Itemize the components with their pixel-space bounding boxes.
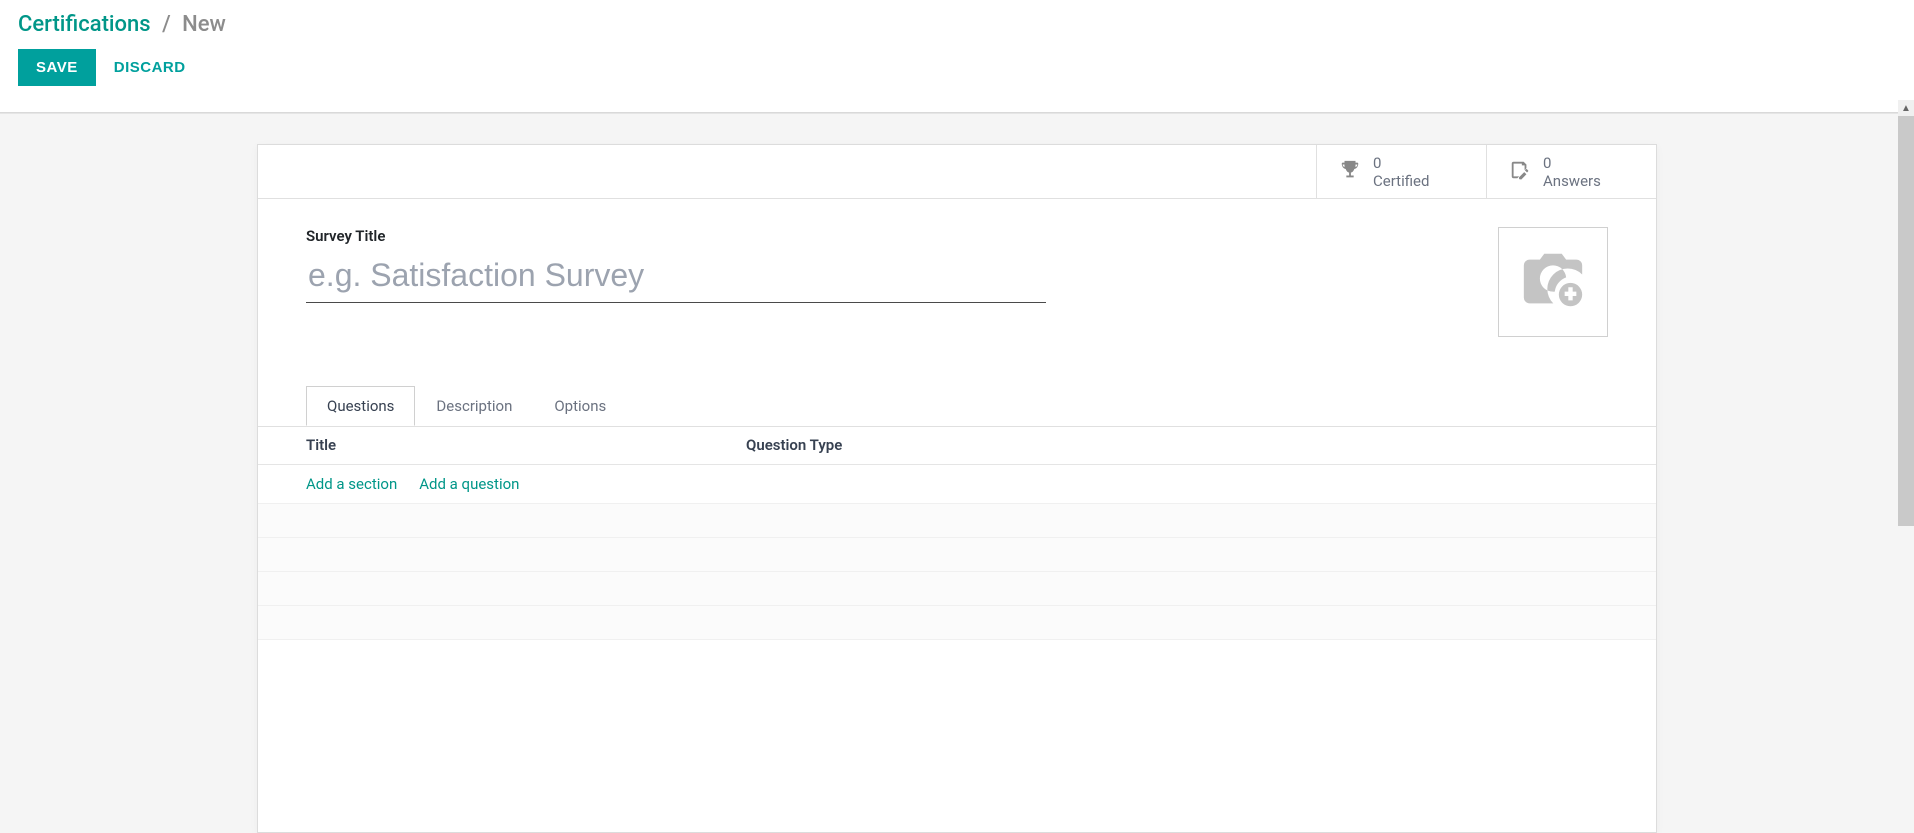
tab-options[interactable]: Options [533, 386, 627, 426]
questions-table: Title Question Type Add a section Add a … [258, 426, 1656, 640]
stat-bar: 0 Certified 0 Answers [258, 145, 1656, 199]
add-question-link[interactable]: Add a question [419, 475, 519, 493]
trophy-icon [1339, 159, 1361, 185]
column-header-title: Title [306, 436, 746, 454]
breadcrumb-separator: / [156, 12, 177, 37]
empty-row [258, 504, 1656, 538]
scroll-up-arrow[interactable]: ▲ [1898, 100, 1914, 116]
survey-title-input[interactable] [306, 251, 1046, 303]
scrollbar-thumb[interactable] [1898, 116, 1914, 526]
column-header-question-type: Question Type [746, 436, 1608, 454]
certified-count: 0 [1373, 154, 1429, 172]
certified-label: Certified [1373, 172, 1429, 190]
answers-stat-button[interactable]: 0 Answers [1486, 145, 1656, 198]
tab-description[interactable]: Description [415, 386, 533, 426]
tab-questions[interactable]: Questions [306, 386, 415, 426]
image-upload[interactable] [1498, 227, 1608, 337]
empty-row [258, 538, 1656, 572]
tabs: Questions Description Options [258, 386, 1656, 427]
discard-button[interactable]: DISCARD [114, 59, 186, 76]
survey-title-label: Survey Title [306, 227, 1046, 245]
breadcrumb-parent-link[interactable]: Certifications [18, 12, 151, 37]
empty-row [258, 606, 1656, 640]
answers-label: Answers [1543, 172, 1601, 190]
header: Certifications / New [0, 0, 1914, 43]
form-sheet: 0 Certified 0 Answers [257, 144, 1657, 833]
answers-count: 0 [1543, 154, 1601, 172]
save-button[interactable]: SAVE [18, 49, 96, 86]
edit-note-icon [1509, 159, 1531, 185]
empty-row [258, 572, 1656, 606]
form-body-area: 0 Certified 0 Answers [0, 113, 1914, 833]
add-section-link[interactable]: Add a section [306, 475, 397, 493]
certified-stat-button[interactable]: 0 Certified [1316, 145, 1486, 198]
breadcrumb-current: New [182, 12, 226, 37]
breadcrumb: Certifications / New [18, 12, 1896, 37]
action-bar: SAVE DISCARD [0, 43, 1914, 112]
camera-add-icon [1518, 245, 1588, 319]
